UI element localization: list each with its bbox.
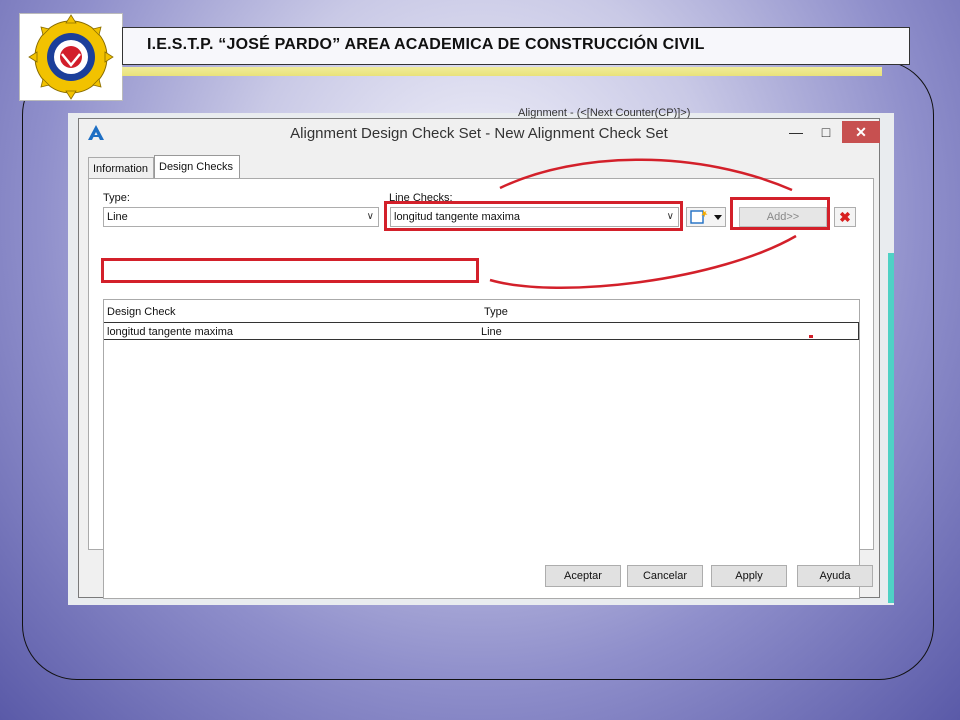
row-design-check-cell: longitud tangente maxima: [107, 326, 233, 338]
delete-icon: ✖: [839, 209, 851, 225]
slide-header-title: I.E.S.T.P. “JOSÉ PARDO” AREA ACADEMICA D…: [147, 36, 705, 53]
header-accent-bar: [122, 67, 882, 76]
type-combo[interactable]: Line ∨: [103, 207, 379, 227]
slide-header: I.E.S.T.P. “JOSÉ PARDO” AREA ACADEMICA D…: [122, 27, 910, 65]
type-label: Type:: [103, 192, 130, 204]
maximize-icon: □: [821, 124, 831, 140]
tab-design-checks[interactable]: Design Checks: [154, 155, 240, 179]
new-check-button[interactable]: [686, 207, 726, 227]
chevron-down-icon: ∨: [366, 211, 374, 222]
help-button[interactable]: Ayuda: [797, 565, 873, 587]
row-type-cell: Line: [481, 326, 502, 338]
tab-information[interactable]: Information: [88, 157, 154, 179]
cancel-button[interactable]: Cancelar: [627, 565, 703, 587]
column-header-design-check: Design Check: [107, 306, 176, 318]
ok-button[interactable]: Aceptar: [545, 565, 621, 587]
delete-check-button[interactable]: ✖: [834, 207, 856, 227]
maximize-button[interactable]: □: [812, 121, 840, 143]
annotation-dot: [809, 335, 813, 338]
line-checks-combo[interactable]: longitud tangente maxima ∨: [390, 207, 679, 227]
alignment-check-set-dialog: Alignment Design Check Set - New Alignme…: [78, 118, 880, 599]
minimize-button[interactable]: —: [782, 121, 810, 143]
chevron-down-icon: ∨: [666, 211, 674, 222]
add-check-button[interactable]: Add>>: [739, 207, 827, 227]
close-button[interactable]: ✕: [842, 121, 880, 143]
design-checks-list: Design Check Type longitud tangente maxi…: [103, 299, 860, 599]
design-checks-panel: Type: Line ∨ Line Checks: longitud tange…: [88, 178, 874, 599]
background-drawing-strip: [888, 253, 894, 603]
type-combo-value: Line: [107, 211, 128, 223]
dialog-title: Alignment Design Check Set - New Alignme…: [290, 125, 668, 142]
close-icon: ✕: [855, 124, 867, 140]
apply-button[interactable]: Apply: [711, 565, 787, 587]
dialog-titlebar[interactable]: Alignment Design Check Set - New Alignme…: [79, 119, 880, 147]
institute-logo: [19, 13, 123, 101]
column-header-type: Type: [484, 306, 508, 318]
table-row[interactable]: longitud tangente maxima Line: [104, 322, 859, 340]
line-checks-label: Line Checks:: [389, 192, 453, 204]
new-check-icon: [690, 210, 722, 224]
minimize-icon: —: [789, 124, 803, 140]
line-checks-combo-value: longitud tangente maxima: [394, 211, 520, 223]
